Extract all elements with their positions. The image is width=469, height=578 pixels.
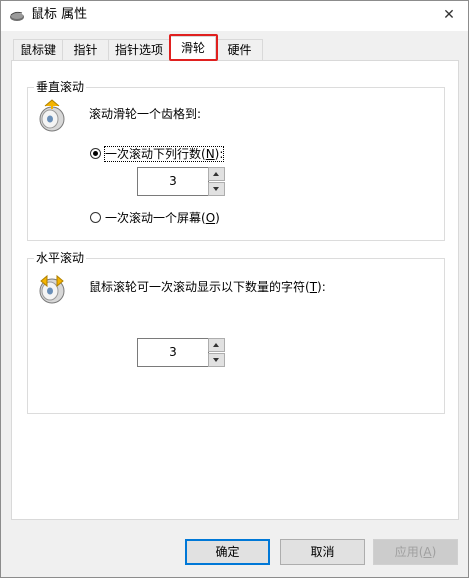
tab-label: 鼠标键 <box>19 43 56 57</box>
chars-decrement-button[interactable] <box>208 353 225 367</box>
scroll-lines-radio[interactable] <box>90 148 101 159</box>
tab-pointers[interactable]: 指针 <box>62 39 109 60</box>
horizontal-scroll-prompt: 鼠标滚轮可一次滚动显示以下数量的字符(T): <box>89 280 326 294</box>
tab-label: 指针选项 <box>114 43 163 57</box>
tab-label: 指针 <box>73 43 98 57</box>
lines-stepper[interactable]: 3 <box>137 167 225 196</box>
chevron-up-icon <box>213 172 219 176</box>
chars-increment-button[interactable] <box>208 338 225 352</box>
wheel-tab-panel: 垂直滚动 滚动滑轮一个齿格到: 一次滚动下列行数(N): 3 一次滚动一个屏幕(… <box>11 60 459 520</box>
tab-pointer-options[interactable]: 指针选项 <box>108 39 170 60</box>
horizontal-scroll-title: 水平滚动 <box>34 251 87 265</box>
window-title: 鼠标 属性 <box>31 7 88 22</box>
tab-label: 硬件 <box>227 43 252 57</box>
close-button[interactable]: ✕ <box>437 5 461 25</box>
scroll-screen-label[interactable]: 一次滚动一个屏幕(O) <box>105 211 220 225</box>
scroll-screen-radio[interactable] <box>90 212 101 223</box>
close-icon: ✕ <box>443 7 455 23</box>
cancel-button[interactable]: 取消 <box>280 539 365 565</box>
lines-input[interactable]: 3 <box>137 167 209 196</box>
ok-button[interactable]: 确定 <box>185 539 270 565</box>
lines-increment-button[interactable] <box>208 167 225 181</box>
chars-stepper[interactable]: 3 <box>137 338 225 367</box>
lines-decrement-button[interactable] <box>208 182 225 196</box>
horizontal-wheel-icon <box>37 271 67 305</box>
tab-hardware[interactable]: 硬件 <box>216 39 263 60</box>
scroll-lines-label[interactable]: 一次滚动下列行数(N): <box>103 146 225 162</box>
chars-spin-buttons <box>208 338 225 367</box>
apply-button[interactable]: 应用(A) <box>373 539 458 565</box>
chevron-down-icon <box>213 187 219 191</box>
mouse-properties-window: 鼠标 属性 ✕ 鼠标键 指针 指针选项 滑轮 硬件 垂直滚动 滚动滑轮一个齿格到… <box>0 0 469 578</box>
vertical-scroll-prompt: 滚动滑轮一个齿格到: <box>89 107 202 121</box>
title-bar[interactable]: 鼠标 属性 ✕ <box>1 1 468 31</box>
lines-spin-buttons <box>208 167 225 196</box>
tab-highlight-box <box>169 34 218 61</box>
mouse-icon <box>9 10 25 22</box>
vertical-scroll-title: 垂直滚动 <box>34 80 87 94</box>
vertical-wheel-icon <box>37 99 67 133</box>
chevron-down-icon <box>213 358 219 362</box>
chars-input[interactable]: 3 <box>137 338 209 367</box>
chevron-up-icon <box>213 343 219 347</box>
tab-buttons[interactable]: 鼠标键 <box>13 39 63 60</box>
